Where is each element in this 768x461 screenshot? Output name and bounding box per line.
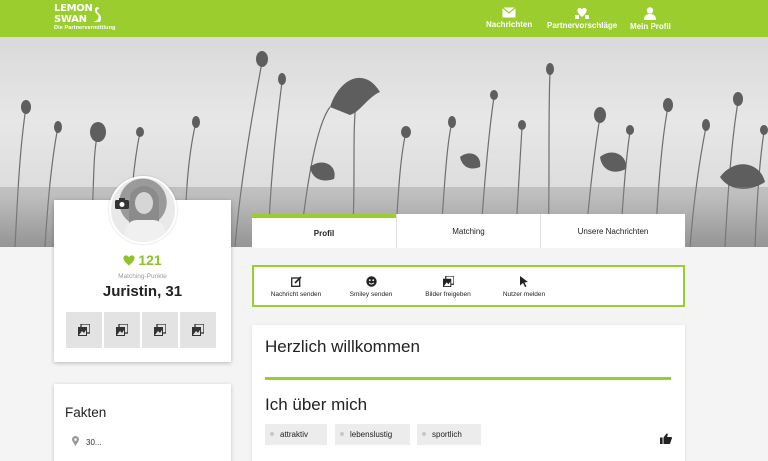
- tab-label: Matching: [452, 226, 485, 236]
- user-icon: [644, 7, 657, 20]
- compose-icon: [290, 276, 302, 287]
- facts-location: 30...: [86, 438, 102, 447]
- action-label: Nutzer melden: [502, 291, 546, 298]
- tab-matching[interactable]: Matching: [396, 214, 540, 248]
- envelope-icon: [502, 7, 516, 18]
- images-icon: [154, 324, 166, 336]
- images-icon: [78, 324, 90, 336]
- trait-tag: sportlich: [417, 424, 481, 445]
- welcome-heading: Herzlich willkommen: [265, 337, 420, 356]
- facts-card: [54, 384, 231, 461]
- facts-location-row: 30...: [72, 436, 102, 447]
- score-value: 121: [138, 252, 162, 268]
- send-message-button[interactable]: Nachricht senden: [268, 276, 324, 298]
- thumbs-up-icon[interactable]: [660, 433, 672, 444]
- avatar-body: [125, 220, 165, 242]
- facts-title: Fakten: [65, 405, 107, 420]
- section-divider: [265, 377, 671, 380]
- heart-icon: [123, 255, 135, 266]
- photo-thumbnail-2[interactable]: [104, 312, 140, 348]
- tab-profil[interactable]: Profil: [252, 214, 396, 248]
- avatar-face: [135, 192, 153, 214]
- photo-thumbnail-4[interactable]: [180, 312, 216, 348]
- flag-cursor-icon: [520, 276, 528, 287]
- nav-label: Partnervorschläge: [547, 21, 618, 30]
- smiley-icon: [365, 276, 377, 287]
- photo-thumbnail-3[interactable]: [142, 312, 178, 348]
- matching-score: 121: [54, 252, 231, 268]
- profile-name: Juristin, 31: [102, 283, 183, 300]
- matching-points-label: Matching-Punkte: [118, 273, 167, 280]
- camera-icon[interactable]: [115, 198, 129, 209]
- tab-unsere-nachrichten[interactable]: Unsere Nachrichten: [540, 214, 685, 248]
- brand-line2: SWAN: [54, 14, 87, 25]
- action-label: Bilder freigeben: [425, 291, 471, 298]
- images-icon: [116, 324, 128, 336]
- heart-hands-icon: [575, 7, 590, 19]
- swan-logo-icon: [93, 7, 102, 22]
- profile-avatar[interactable]: [109, 176, 177, 244]
- profile-actions-bar: Nachricht senden Smiley senden Bilder fr…: [252, 265, 685, 307]
- trait-tag: lebenslustig: [335, 424, 410, 445]
- brand-line1: LEMON: [54, 3, 93, 14]
- action-label: Nachricht senden: [270, 291, 322, 298]
- photo-thumbnail-1[interactable]: [66, 312, 102, 348]
- nav-label: Mein Profil: [630, 22, 671, 31]
- tab-label: Profil: [313, 228, 335, 238]
- nav-partner-suggestions[interactable]: Partnervorschläge: [547, 7, 617, 30]
- brand-tagline: Die Partnervermittlung: [54, 25, 116, 31]
- share-pictures-button[interactable]: Bilder freigeben: [422, 276, 474, 298]
- trait-tag: attraktiv: [265, 424, 327, 445]
- top-navigation-bar: LEMON SWAN Die Partnervermittlung Nachri…: [0, 0, 768, 37]
- nav-my-profile[interactable]: Mein Profil: [630, 7, 671, 31]
- brand-logo[interactable]: LEMON SWAN Die Partnervermittlung: [54, 4, 116, 32]
- nav-label: Nachrichten: [486, 20, 533, 29]
- map-pin-icon: [72, 436, 79, 446]
- nav-messages[interactable]: Nachrichten: [486, 7, 532, 29]
- images-icon: [192, 324, 204, 336]
- images-icon: [442, 276, 454, 287]
- report-user-button[interactable]: Nutzer melden: [500, 276, 548, 298]
- send-smiley-button[interactable]: Smiley senden: [348, 276, 394, 298]
- tab-label: Unsere Nachrichten: [577, 226, 649, 236]
- action-label: Smiley senden: [349, 291, 393, 298]
- about-me-heading: Ich über mich: [265, 395, 368, 414]
